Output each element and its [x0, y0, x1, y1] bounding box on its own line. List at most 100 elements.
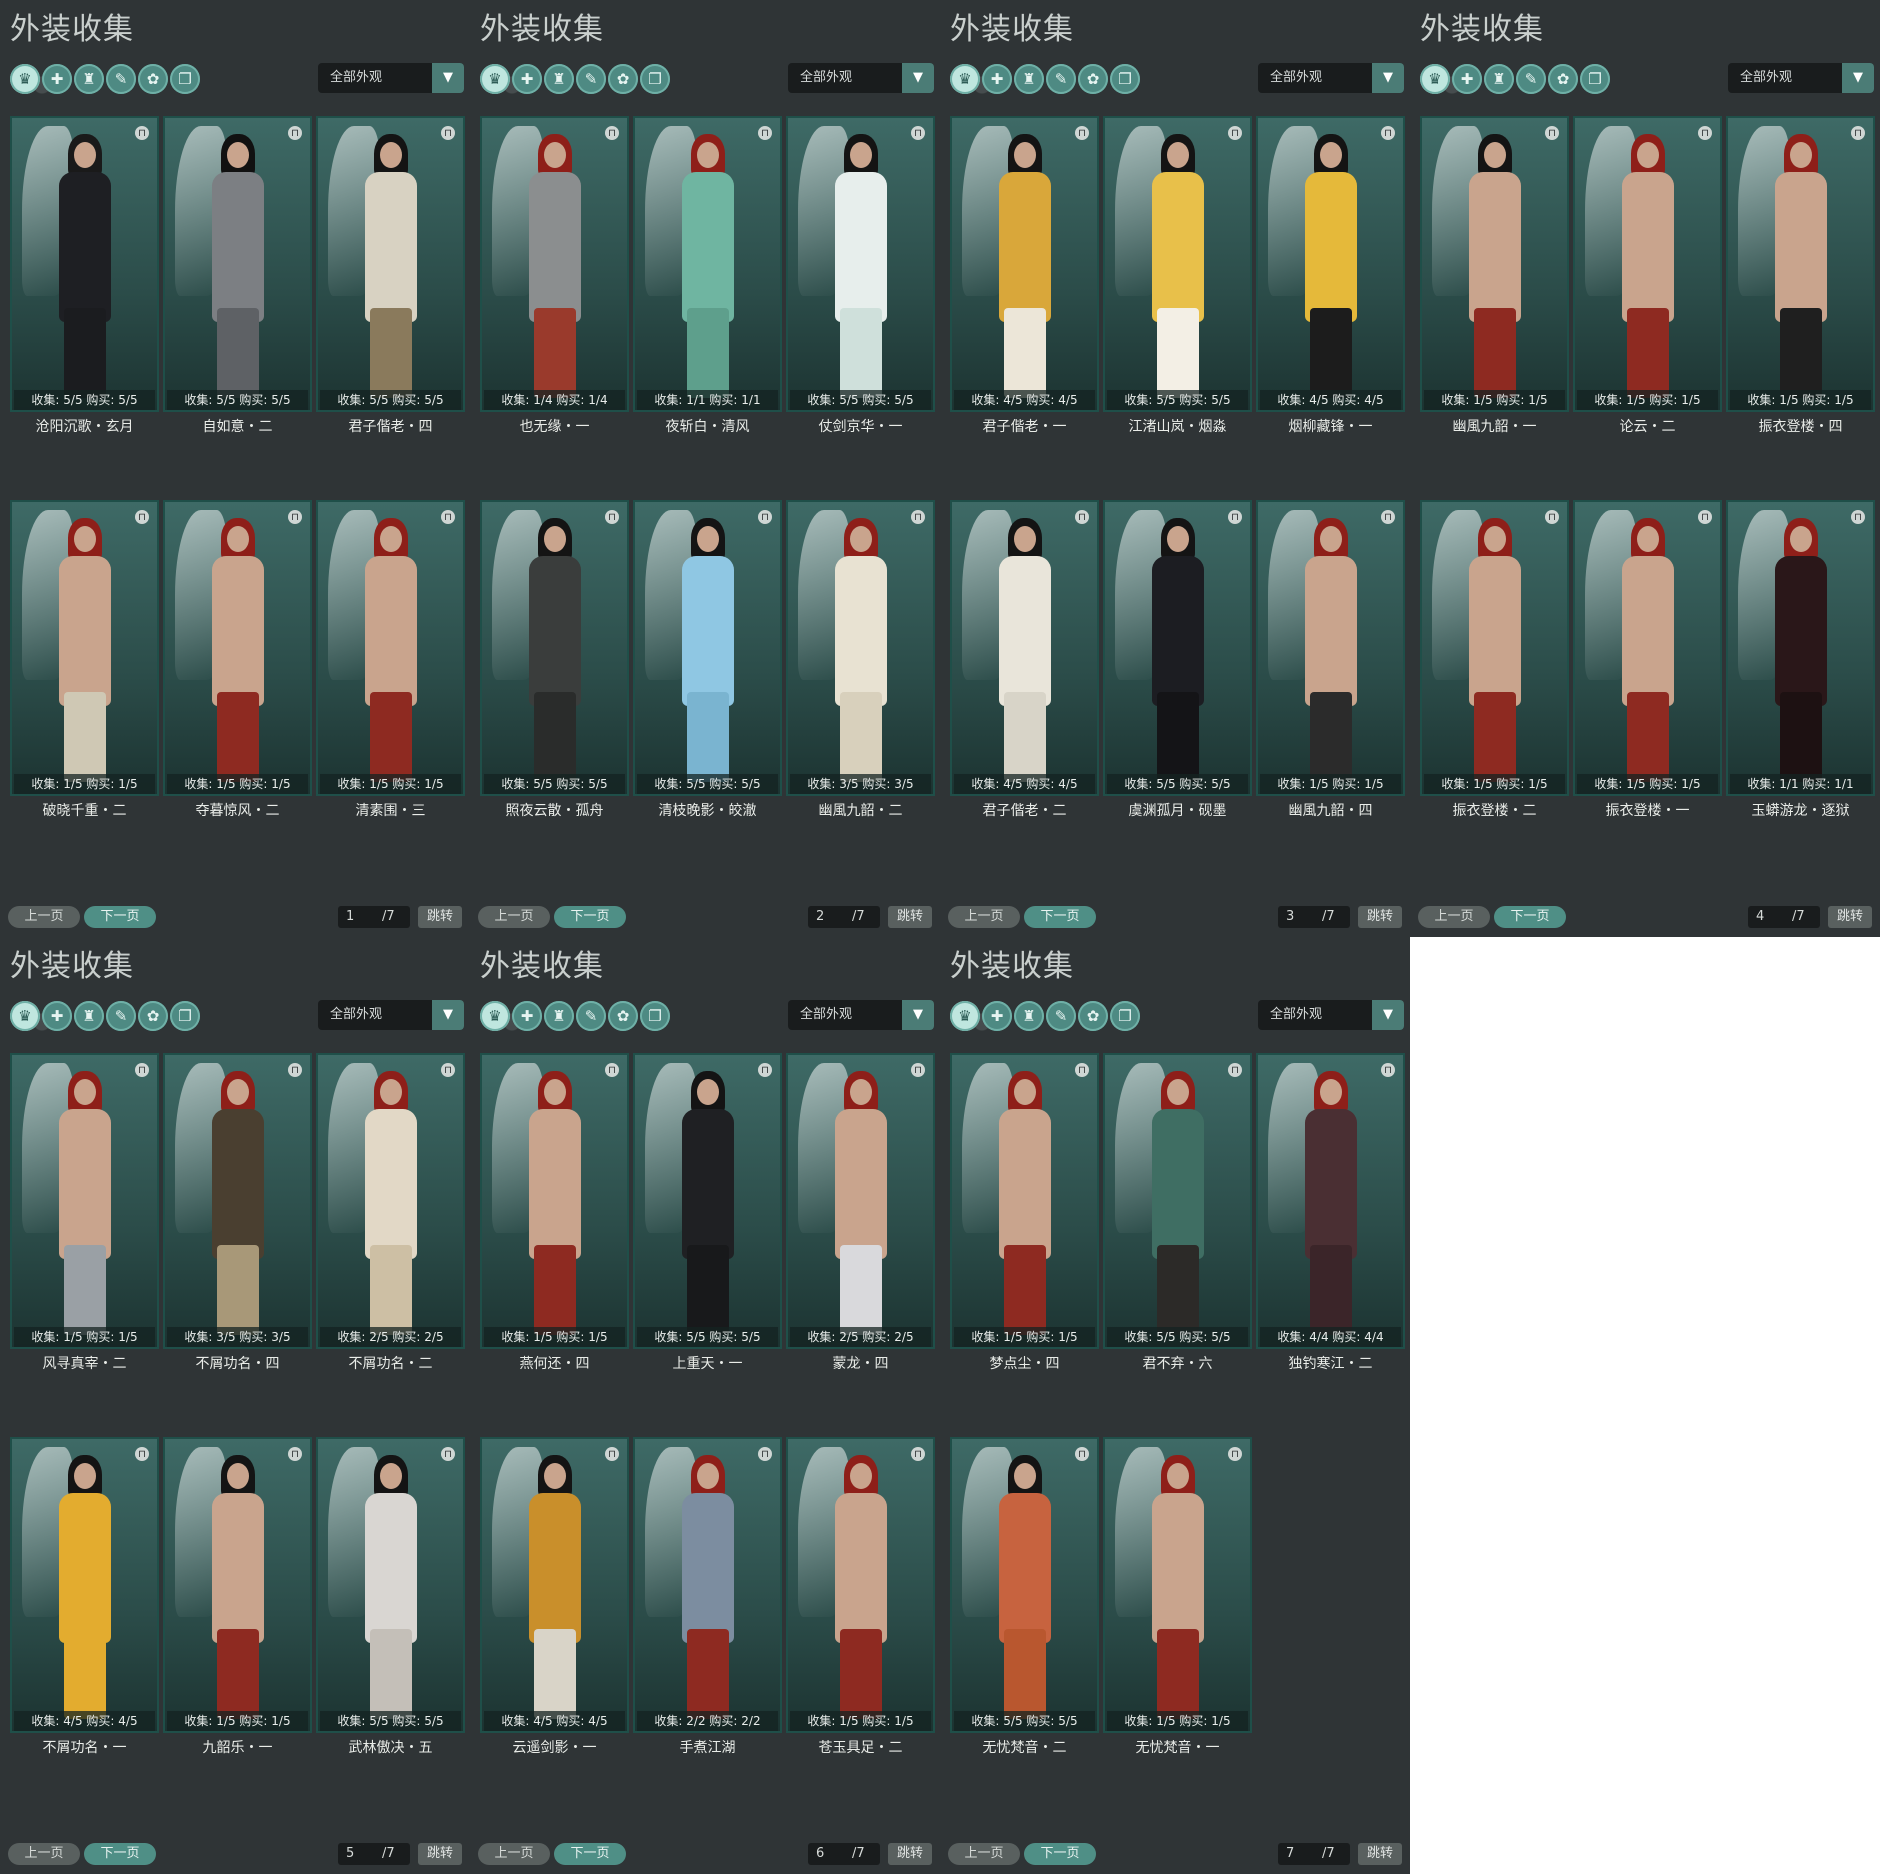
appearance-filter-dropdown[interactable]: 全部外观 ▼: [1728, 63, 1874, 93]
outfit-card[interactable]: ⊓ 收集: 4/5 购买: 4/5 烟柳藏锋・一: [1256, 116, 1405, 500]
outfit-card[interactable]: ⊓ 收集: 2/2 购买: 2/2 手煮江湖: [633, 1437, 782, 1821]
page-number-input[interactable]: 5/7: [338, 1843, 410, 1865]
outfit-thumbnail[interactable]: ⊓ 收集: 1/5 购买: 1/5: [1103, 1437, 1252, 1733]
outfit-card[interactable]: ⊓ 收集: 4/4 购买: 4/4 独钓寒江・二: [1256, 1053, 1405, 1437]
outfit-card[interactable]: ⊓ 收集: 1/1 购买: 1/1 夜斩白・清风: [633, 116, 782, 500]
outfit-card[interactable]: ⊓ 收集: 1/5 购买: 1/5 无忧梵音・一: [1103, 1437, 1252, 1821]
prev-page-button[interactable]: 上一页: [948, 1843, 1020, 1865]
outfit-all-icon[interactable]: ♛: [480, 1001, 510, 1031]
lock-icon[interactable]: ⊓: [288, 1447, 302, 1461]
outfit-card[interactable]: ⊓ 收集: 1/5 购买: 1/5 夺暮惊风・二: [163, 500, 312, 884]
outfit-mask-icon[interactable]: ✿: [138, 64, 168, 94]
jump-button[interactable]: 跳转: [1358, 906, 1402, 928]
outfit-card[interactable]: ⊓ 收集: 3/5 购买: 3/5 不屑功名・四: [163, 1053, 312, 1437]
chevron-down-icon[interactable]: ▼: [432, 1000, 464, 1030]
outfit-thumbnail[interactable]: ⊓ 收集: 1/5 购买: 1/5: [163, 1437, 312, 1733]
lock-icon[interactable]: ⊓: [1075, 1063, 1089, 1077]
outfit-misc-icon[interactable]: ❐: [640, 1001, 670, 1031]
prev-page-button[interactable]: 上一页: [1418, 906, 1490, 928]
next-page-button[interactable]: 下一页: [554, 1843, 626, 1865]
outfit-thumbnail[interactable]: ⊓ 收集: 5/5 购买: 5/5: [950, 1437, 1099, 1733]
outfit-card[interactable]: ⊓ 收集: 1/5 购买: 1/5 苍玉具足・二: [786, 1437, 935, 1821]
jump-button[interactable]: 跳转: [418, 1843, 462, 1865]
outfit-top-icon[interactable]: ✚: [1452, 64, 1482, 94]
appearance-filter-dropdown[interactable]: 全部外观 ▼: [1258, 1000, 1404, 1030]
outfit-top-icon[interactable]: ✚: [982, 64, 1012, 94]
outfit-all-icon[interactable]: ♛: [480, 64, 510, 94]
outfit-robe-icon[interactable]: ♜: [74, 64, 104, 94]
outfit-card[interactable]: ⊓ 收集: 5/5 购买: 5/5 江渚山岚・烟淼: [1103, 116, 1252, 500]
outfit-thumbnail[interactable]: ⊓ 收集: 4/4 购买: 4/4: [1256, 1053, 1405, 1349]
lock-icon[interactable]: ⊓: [1228, 510, 1242, 524]
lock-icon[interactable]: ⊓: [1381, 1063, 1395, 1077]
outfit-thumbnail[interactable]: ⊓ 收集: 2/5 购买: 2/5: [316, 1053, 465, 1349]
outfit-thumbnail[interactable]: ⊓ 收集: 1/1 购买: 1/1: [633, 116, 782, 412]
page-number-input[interactable]: 3/7: [1278, 906, 1350, 928]
next-page-button[interactable]: 下一页: [1024, 1843, 1096, 1865]
outfit-thumbnail[interactable]: ⊓ 收集: 1/1 购买: 1/1: [1726, 500, 1875, 796]
outfit-misc-icon[interactable]: ❐: [1110, 64, 1140, 94]
outfit-card[interactable]: ⊓ 收集: 5/5 购买: 5/5 仗剑京华・一: [786, 116, 935, 500]
lock-icon[interactable]: ⊓: [1851, 510, 1865, 524]
outfit-shoe-icon[interactable]: ✎: [106, 64, 136, 94]
outfit-card[interactable]: ⊓ 收集: 4/5 购买: 4/5 君子偕老・一: [950, 116, 1099, 500]
outfit-mask-icon[interactable]: ✿: [608, 64, 638, 94]
outfit-card[interactable]: ⊓ 收集: 1/5 购买: 1/5 九韶乐・一: [163, 1437, 312, 1821]
outfit-misc-icon[interactable]: ❐: [170, 1001, 200, 1031]
outfit-thumbnail[interactable]: ⊓ 收集: 4/5 购买: 4/5: [1256, 116, 1405, 412]
lock-icon[interactable]: ⊓: [288, 126, 302, 140]
appearance-filter-dropdown[interactable]: 全部外观 ▼: [318, 63, 464, 93]
chevron-down-icon[interactable]: ▼: [432, 63, 464, 93]
outfit-all-icon[interactable]: ♛: [1420, 64, 1450, 94]
outfit-card[interactable]: ⊓ 收集: 1/1 购买: 1/1 玉蟒游龙・逐狱: [1726, 500, 1875, 884]
appearance-filter-dropdown[interactable]: 全部外观 ▼: [788, 63, 934, 93]
lock-icon[interactable]: ⊓: [135, 510, 149, 524]
outfit-thumbnail[interactable]: ⊓ 收集: 1/5 购买: 1/5: [1573, 116, 1722, 412]
outfit-thumbnail[interactable]: ⊓ 收集: 1/5 购买: 1/5: [1420, 116, 1569, 412]
outfit-mask-icon[interactable]: ✿: [1078, 64, 1108, 94]
outfit-robe-icon[interactable]: ♜: [1484, 64, 1514, 94]
jump-button[interactable]: 跳转: [888, 1843, 932, 1865]
outfit-card[interactable]: ⊓ 收集: 5/5 购买: 5/5 自如意・二: [163, 116, 312, 500]
lock-icon[interactable]: ⊓: [441, 510, 455, 524]
page-number-input[interactable]: 7/7: [1278, 1843, 1350, 1865]
outfit-card[interactable]: ⊓ 收集: 1/5 购买: 1/5 破晓千重・二: [10, 500, 159, 884]
page-number-input[interactable]: 6/7: [808, 1843, 880, 1865]
outfit-thumbnail[interactable]: ⊓ 收集: 3/5 购买: 3/5: [786, 500, 935, 796]
lock-icon[interactable]: ⊓: [135, 1063, 149, 1077]
outfit-card[interactable]: ⊓ 收集: 4/5 购买: 4/5 不屑功名・一: [10, 1437, 159, 1821]
lock-icon[interactable]: ⊓: [441, 1447, 455, 1461]
next-page-button[interactable]: 下一页: [84, 906, 156, 928]
lock-icon[interactable]: ⊓: [911, 1447, 925, 1461]
outfit-thumbnail[interactable]: ⊓ 收集: 4/5 购买: 4/5: [950, 116, 1099, 412]
outfit-thumbnail[interactable]: ⊓ 收集: 5/5 购买: 5/5: [633, 500, 782, 796]
outfit-all-icon[interactable]: ♛: [950, 64, 980, 94]
outfit-thumbnail[interactable]: ⊓ 收集: 1/5 购买: 1/5: [1573, 500, 1722, 796]
appearance-filter-dropdown[interactable]: 全部外观 ▼: [788, 1000, 934, 1030]
outfit-card[interactable]: ⊓ 收集: 4/5 购买: 4/5 君子偕老・二: [950, 500, 1099, 884]
outfit-thumbnail[interactable]: ⊓ 收集: 1/5 购买: 1/5: [10, 500, 159, 796]
outfit-card[interactable]: ⊓ 收集: 1/5 购买: 1/5 幽風九韶・一: [1420, 116, 1569, 500]
outfit-card[interactable]: ⊓ 收集: 5/5 购买: 5/5 武林傲决・五: [316, 1437, 465, 1821]
prev-page-button[interactable]: 上一页: [478, 906, 550, 928]
outfit-thumbnail[interactable]: ⊓ 收集: 1/5 购买: 1/5: [480, 1053, 629, 1349]
outfit-shoe-icon[interactable]: ✎: [576, 64, 606, 94]
lock-icon[interactable]: ⊓: [1545, 510, 1559, 524]
lock-icon[interactable]: ⊓: [1075, 126, 1089, 140]
lock-icon[interactable]: ⊓: [758, 126, 772, 140]
outfit-card[interactable]: ⊓ 收集: 1/5 购买: 1/5 论云・二: [1573, 116, 1722, 500]
outfit-top-icon[interactable]: ✚: [982, 1001, 1012, 1031]
outfit-all-icon[interactable]: ♛: [10, 64, 40, 94]
outfit-thumbnail[interactable]: ⊓ 收集: 5/5 购买: 5/5: [1103, 500, 1252, 796]
lock-icon[interactable]: ⊓: [605, 1063, 619, 1077]
outfit-robe-icon[interactable]: ♜: [74, 1001, 104, 1031]
outfit-card[interactable]: ⊓ 收集: 5/5 购买: 5/5 虞渊孤月・砚墨: [1103, 500, 1252, 884]
lock-icon[interactable]: ⊓: [758, 510, 772, 524]
lock-icon[interactable]: ⊓: [1698, 510, 1712, 524]
outfit-thumbnail[interactable]: ⊓ 收集: 1/5 购买: 1/5: [1726, 116, 1875, 412]
lock-icon[interactable]: ⊓: [605, 510, 619, 524]
lock-icon[interactable]: ⊓: [1698, 126, 1712, 140]
outfit-card[interactable]: ⊓ 收集: 5/5 购买: 5/5 君不弃・六: [1103, 1053, 1252, 1437]
outfit-misc-icon[interactable]: ❐: [1110, 1001, 1140, 1031]
outfit-card[interactable]: ⊓ 收集: 5/5 购买: 5/5 上重天・一: [633, 1053, 782, 1437]
